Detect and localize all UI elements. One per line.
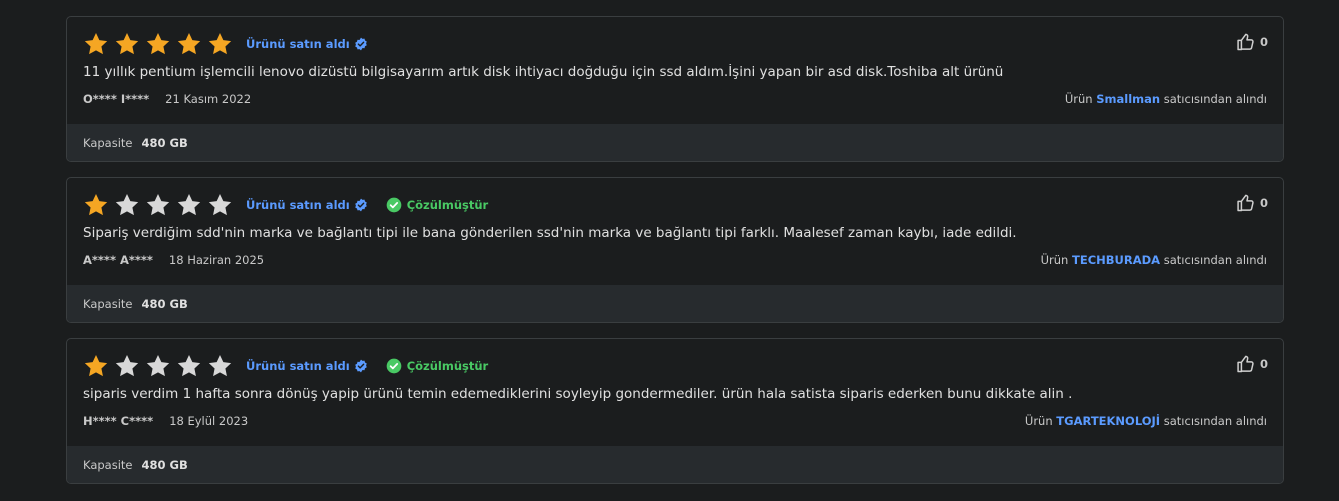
- star-filled-icon: [84, 32, 108, 55]
- review-meta: A**** A**** 18 Haziran 2025: [83, 253, 264, 267]
- purchased-badge: Ürünü satın aldı: [246, 359, 368, 373]
- star-empty-icon: [115, 193, 139, 216]
- star-rating: [83, 353, 233, 379]
- review-header: Ürünü satın aldı Çözülmüştür: [83, 354, 488, 378]
- review-meta: O**** I**** 21 Kasım 2022: [83, 92, 251, 106]
- attribute-value: 480 GB: [141, 135, 188, 150]
- seller-prefix: Ürün: [1040, 253, 1069, 267]
- verified-check-icon: [354, 198, 367, 212]
- seller-prefix: Ürün: [1024, 414, 1053, 428]
- review-header: Ürünü satın aldı: [83, 32, 368, 56]
- resolved-label: Çözülmüştür: [406, 359, 489, 373]
- review-date: 18 Haziran 2025: [168, 253, 265, 267]
- thumbs-up-icon: [1237, 355, 1254, 373]
- like-count: 0: [1259, 35, 1268, 49]
- star-filled-icon: [177, 32, 201, 55]
- review-date: 18 Eylül 2023: [169, 414, 249, 428]
- review-card: Ürünü satın aldı Çözülmüştür 0 siparis v…: [66, 338, 1284, 484]
- resolved-badge: Çözülmüştür: [386, 358, 489, 374]
- resolved-badge: Çözülmüştür: [386, 197, 489, 213]
- review-meta: H**** C**** 18 Eylül 2023: [83, 414, 248, 428]
- verified-check-icon: [354, 37, 367, 51]
- like-count: 0: [1259, 357, 1268, 371]
- verified-check-icon: [354, 359, 367, 373]
- purchased-badge: Ürünü satın aldı: [246, 198, 368, 212]
- thumbs-up-icon: [1237, 33, 1254, 51]
- review-attributes: Kapasite 480 GB: [67, 446, 1283, 483]
- purchased-label: Ürünü satın aldı: [246, 37, 350, 51]
- star-filled-icon: [115, 32, 139, 55]
- like-button[interactable]: 0: [1236, 32, 1268, 52]
- check-circle-icon: [386, 197, 402, 213]
- review-header: Ürünü satın aldı Çözülmüştür: [83, 193, 488, 217]
- star-empty-icon: [115, 354, 139, 377]
- star-filled-icon: [208, 32, 232, 55]
- check-circle-icon: [386, 358, 402, 374]
- review-author: A**** A****: [83, 253, 153, 267]
- seller-link[interactable]: Smallman: [1096, 92, 1160, 106]
- seller-suffix: satıcısından alındı: [1163, 253, 1267, 267]
- star-empty-icon: [208, 193, 232, 216]
- review-list: Ürünü satın aldı 0 11 yıllık pentium işl…: [66, 16, 1284, 499]
- seller-suffix: satıcısından alındı: [1163, 92, 1267, 106]
- seller-info: Ürün TGARTEKNOLOJİ satıcısından alındı: [1025, 414, 1267, 428]
- star-filled-icon: [84, 193, 108, 216]
- like-count: 0: [1259, 196, 1268, 210]
- seller-suffix: satıcısından alındı: [1163, 414, 1267, 428]
- star-filled-icon: [84, 354, 108, 377]
- like-button[interactable]: 0: [1236, 354, 1268, 374]
- purchased-badge: Ürünü satın aldı: [246, 37, 368, 51]
- star-empty-icon: [177, 354, 201, 377]
- star-empty-icon: [146, 354, 170, 377]
- star-rating: [83, 192, 233, 218]
- star-filled-icon: [146, 32, 170, 55]
- review-author: H**** C****: [83, 414, 154, 428]
- attribute-value: 480 GB: [141, 296, 188, 311]
- purchased-label: Ürünü satın aldı: [246, 198, 350, 212]
- review-comment: siparis verdim 1 hafta sonra dönüş yapip…: [83, 386, 1073, 402]
- review-comment: 11 yıllık pentium işlemcili lenovo dizüs…: [83, 64, 1004, 80]
- purchased-label: Ürünü satın aldı: [246, 359, 350, 373]
- attribute-label: Kapasite: [83, 457, 133, 472]
- review-attributes: Kapasite 480 GB: [67, 285, 1283, 322]
- attribute-value: 480 GB: [141, 457, 188, 472]
- seller-link[interactable]: TECHBURADA: [1072, 253, 1160, 267]
- star-empty-icon: [146, 193, 170, 216]
- seller-link[interactable]: TGARTEKNOLOJİ: [1056, 414, 1160, 428]
- star-empty-icon: [208, 354, 232, 377]
- thumbs-up-icon: [1237, 194, 1254, 212]
- attribute-label: Kapasite: [83, 296, 133, 311]
- resolved-label: Çözülmüştür: [406, 198, 489, 212]
- star-rating: [83, 31, 233, 57]
- like-button[interactable]: 0: [1236, 193, 1268, 213]
- attribute-label: Kapasite: [83, 135, 133, 150]
- review-author: O**** I****: [83, 92, 150, 106]
- star-empty-icon: [177, 193, 201, 216]
- seller-prefix: Ürün: [1064, 92, 1093, 106]
- review-comment: Sipariş verdiğim sdd'nin marka ve bağlan…: [83, 225, 1017, 241]
- seller-info: Ürün TECHBURADA satıcısından alındı: [1041, 253, 1267, 267]
- review-card: Ürünü satın aldı 0 11 yıllık pentium işl…: [66, 16, 1284, 162]
- review-attributes: Kapasite 480 GB: [67, 124, 1283, 161]
- review-date: 21 Kasım 2022: [165, 92, 252, 106]
- seller-info: Ürün Smallman satıcısından alındı: [1065, 92, 1267, 106]
- review-card: Ürünü satın aldı Çözülmüştür 0 Sipariş v…: [66, 177, 1284, 323]
